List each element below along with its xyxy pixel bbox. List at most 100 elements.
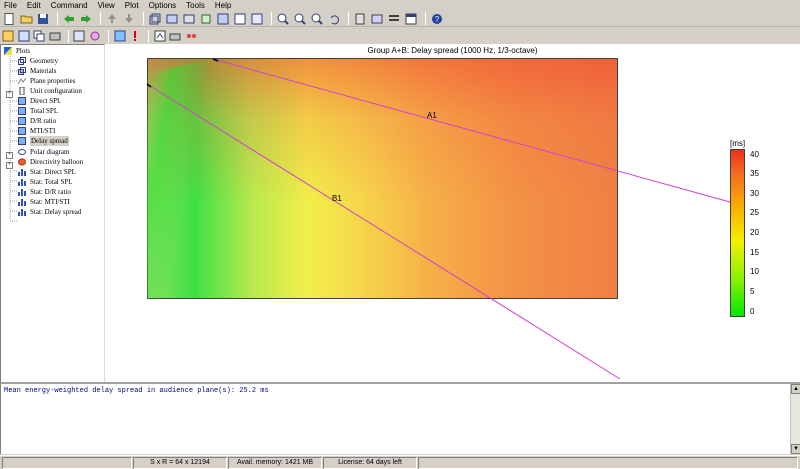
scroll-down-icon[interactable]: ▼ <box>791 444 800 454</box>
menu-file[interactable]: File <box>4 0 17 11</box>
tree-expander[interactable]: + <box>6 152 13 159</box>
tree-item-label: Materials <box>30 67 57 75</box>
tree-item-label: Stat: Direct SPL <box>30 168 76 176</box>
settings-icon[interactable] <box>370 12 384 26</box>
tree-item-label: Directivity balloon <box>30 158 84 166</box>
source-icon[interactable] <box>73 29 86 43</box>
line-label-b1: B1 <box>332 194 342 203</box>
unit-configuration-icon <box>19 87 25 95</box>
tree-expander[interactable]: + <box>6 162 13 169</box>
zoom-in-icon[interactable] <box>276 12 290 26</box>
map-plot-icon <box>18 137 26 145</box>
image-icon[interactable] <box>113 29 126 43</box>
output-window[interactable]: Mean energy-weighted delay spread in aud… <box>0 382 800 454</box>
tree-item-stat-total-spl[interactable]: Stat: Total SPL <box>18 177 73 187</box>
copy-icon[interactable] <box>33 29 46 43</box>
tree-item-geometry[interactable]: Geometry <box>18 56 58 66</box>
histogram-icon <box>18 209 26 216</box>
forward-icon[interactable] <box>79 12 93 26</box>
histogram-icon <box>18 169 26 176</box>
tree-item-delay-spread[interactable]: Delay spread <box>18 136 69 146</box>
window-icon[interactable] <box>404 12 418 26</box>
view-3d-icon[interactable] <box>148 12 162 26</box>
map-plot-icon <box>18 107 26 115</box>
listener-icon[interactable] <box>89 29 102 43</box>
tree-item-plots[interactable]: Plots <box>4 46 30 56</box>
help-icon[interactable]: ? <box>430 12 444 26</box>
status-bar: S x R = 64 x 12194 Avail. memory: 1421 M… <box>0 455 800 469</box>
open-icon[interactable] <box>19 12 33 26</box>
legend-tick: 0 <box>750 307 755 316</box>
tree-item-materials[interactable]: Materials <box>18 66 56 76</box>
view-top-icon[interactable] <box>199 12 213 26</box>
tree-item-label: MTI/STI <box>30 127 56 135</box>
map-plot-icon <box>18 97 26 105</box>
toolbar-separator <box>57 12 58 25</box>
map-plot-icon <box>18 117 26 125</box>
zoom-out-icon[interactable] <box>293 12 307 26</box>
export-icon[interactable] <box>153 29 166 43</box>
green-zone <box>147 58 275 299</box>
tree-item-direct-spl[interactable]: Direct SPL <box>18 96 61 106</box>
tree-item-polar-diagram[interactable]: Polar diagram <box>18 147 69 157</box>
layers-icon[interactable] <box>49 29 62 43</box>
zoom-fit-icon[interactable] <box>310 12 324 26</box>
calculator-icon[interactable] <box>353 12 367 26</box>
status-size: S x R = 64 x 12194 <box>133 457 227 469</box>
tree-item-stat-mti-sti[interactable]: Stat: MTI/STI <box>18 197 70 207</box>
plot-icon[interactable] <box>2 29 15 43</box>
view-rotate-icon[interactable] <box>233 12 247 26</box>
legend-tick: 30 <box>750 189 759 198</box>
menu-command[interactable]: Command <box>51 0 88 11</box>
tree-item-directivity-balloon[interactable]: Directivity balloon <box>18 157 83 167</box>
tree-expander[interactable]: + <box>6 91 13 98</box>
back-icon[interactable] <box>62 12 76 26</box>
materials-icon <box>18 67 26 75</box>
tree-item-stat-delay-spread[interactable]: Stat: Delay spread <box>18 207 81 217</box>
print-icon[interactable] <box>169 29 182 43</box>
plot-overlay: A1 B1 <box>146 58 731 380</box>
warning-icon[interactable] <box>129 29 142 43</box>
output-scrollbar[interactable]: ▲ ▼ <box>790 384 800 454</box>
grid-icon[interactable] <box>18 29 31 43</box>
menu-help[interactable]: Help <box>215 0 231 11</box>
toolbar-separator <box>348 12 349 25</box>
toolbar-separator <box>148 29 150 43</box>
save-icon[interactable] <box>36 12 50 26</box>
view-iso-icon[interactable] <box>216 12 230 26</box>
balloon-icon <box>18 158 26 166</box>
tree-item-stat-dr-ratio[interactable]: Stat: D/R ratio <box>18 187 71 197</box>
tree-item-mti-sti[interactable]: MTI/STI <box>18 126 55 136</box>
tree-item-label: Polar diagram <box>30 148 70 156</box>
tree-item-stat-direct-spl[interactable]: Stat: Direct SPL <box>18 167 76 177</box>
menu-plot[interactable]: Plot <box>125 0 139 11</box>
tree-item-total-spl[interactable]: Total SPL <box>18 106 58 116</box>
output-message: Mean energy-weighted delay spread in aud… <box>4 387 269 395</box>
histogram-icon <box>18 199 26 206</box>
menu-tools[interactable]: Tools <box>186 0 205 11</box>
tree-item-label: Stat: MTI/STI <box>30 198 70 206</box>
up-icon[interactable] <box>105 12 119 26</box>
tree-item-dr-ratio[interactable]: D/R ratio <box>18 116 56 126</box>
tree-item-unit-configuration[interactable]: Unit configuration <box>18 86 82 96</box>
legend-tick: 25 <box>750 208 759 217</box>
new-icon[interactable] <box>2 12 16 26</box>
tree-item-plane-properties[interactable]: Plane properties <box>18 76 75 86</box>
tree-item-label: Plane properties <box>30 77 76 85</box>
menu-edit[interactable]: Edit <box>27 0 41 11</box>
list-icon[interactable] <box>387 12 401 26</box>
down-icon[interactable] <box>122 12 136 26</box>
histogram-icon <box>18 189 26 196</box>
menu-bar: File Edit Command View Plot Options Tool… <box>0 0 800 11</box>
scroll-up-icon[interactable]: ▲ <box>791 384 800 394</box>
view-reset-icon[interactable] <box>250 12 264 26</box>
menu-view[interactable]: View <box>98 0 115 11</box>
undo-icon[interactable] <box>327 12 341 26</box>
plot-view[interactable]: Group A+B: Delay spread (1000 Hz, 1/3-oc… <box>105 44 800 382</box>
geometry-icon <box>18 57 26 65</box>
view-front-icon[interactable] <box>165 12 179 26</box>
view-side-icon[interactable] <box>182 12 196 26</box>
legend-tick: 10 <box>750 267 759 276</box>
options-icon[interactable] <box>184 29 197 43</box>
menu-options[interactable]: Options <box>149 0 177 11</box>
